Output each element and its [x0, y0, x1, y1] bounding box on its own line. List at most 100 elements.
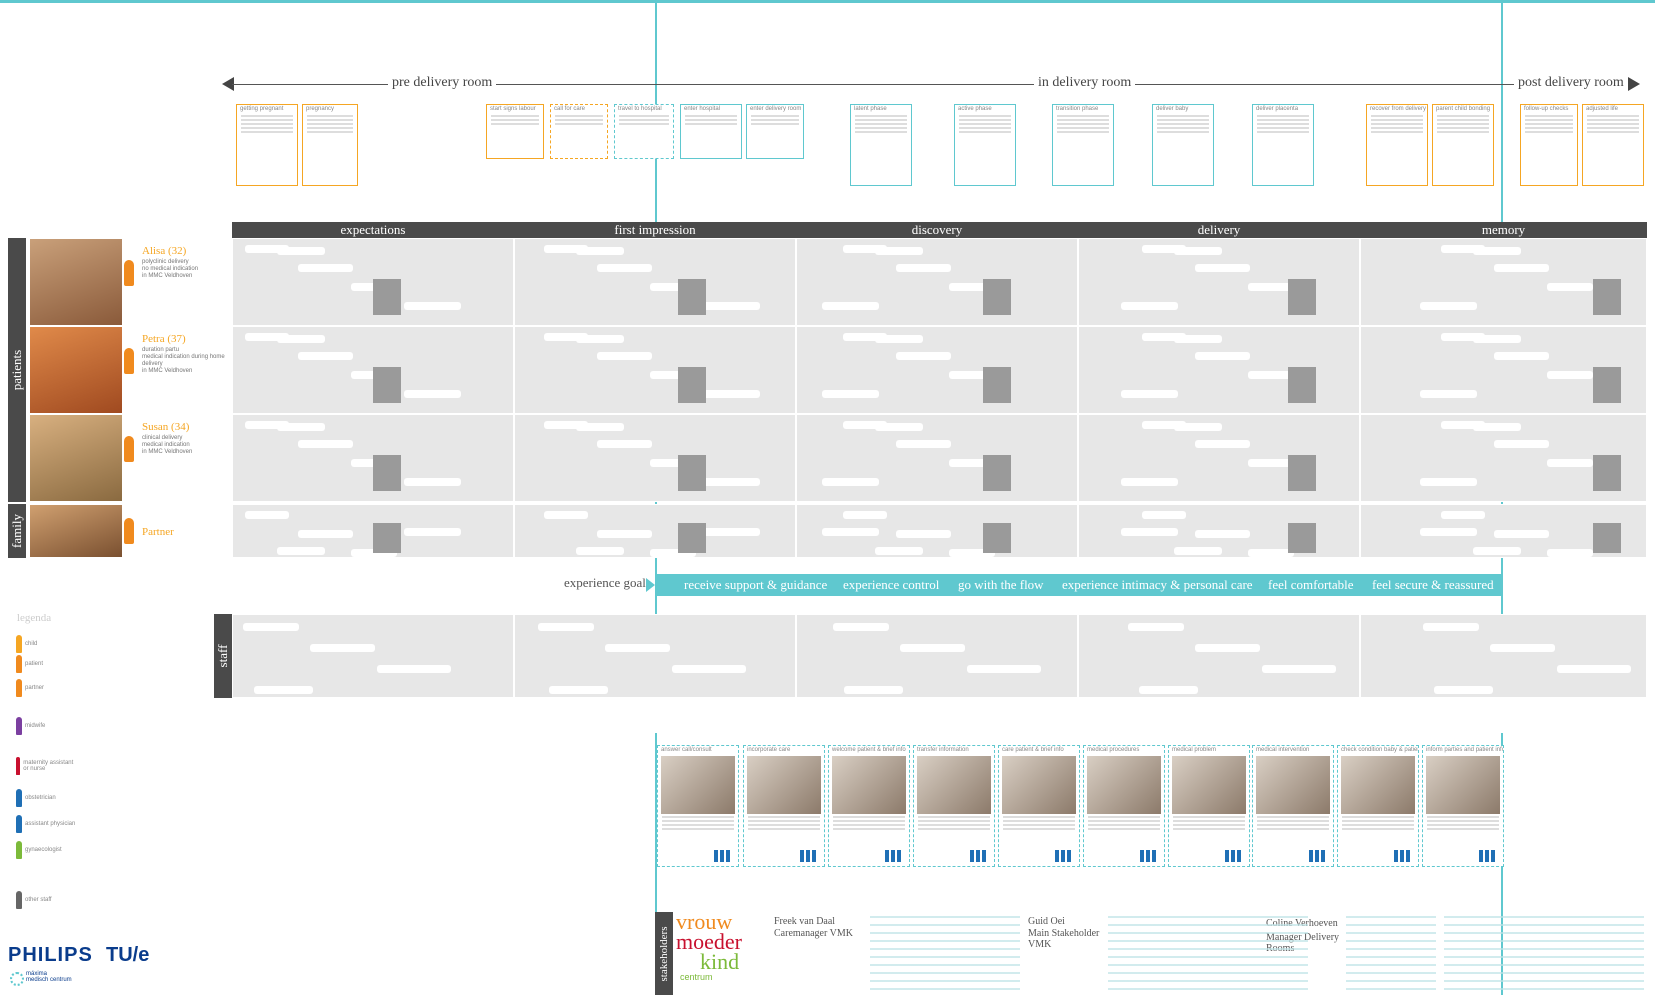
photo-thumbnail	[678, 367, 706, 403]
quote-bubble	[404, 390, 461, 398]
quote-bubble	[1547, 371, 1593, 379]
legend-label: patient	[25, 661, 44, 667]
photo-thumbnail	[678, 279, 706, 315]
quote-bubble	[576, 547, 624, 555]
process-title: inform parties and patient info	[1426, 747, 1503, 753]
matrix-cell	[232, 326, 514, 414]
quote-bubble	[896, 440, 951, 448]
quote-bubble	[1195, 644, 1260, 652]
process-title: medical problem	[1172, 747, 1217, 753]
quote-bubble	[605, 644, 670, 652]
persona-desc: clinical delivery medical indication in …	[142, 435, 193, 455]
quote-bubble	[277, 547, 325, 555]
photo-thumbnail	[373, 523, 401, 553]
quote-bubble	[896, 352, 951, 360]
matrix-cell	[232, 238, 514, 326]
matrix-cell	[1078, 504, 1360, 558]
staff-cell	[514, 614, 796, 698]
matrix-cell	[1078, 326, 1360, 414]
quote-bubble	[1139, 686, 1198, 694]
quote-bubble	[822, 528, 879, 536]
step-card: recover from delivery	[1366, 104, 1428, 186]
staff-icons	[1055, 850, 1073, 862]
process-photo	[1341, 756, 1415, 814]
quote-bubble	[1494, 264, 1549, 272]
process-photo	[917, 756, 991, 814]
quote-bubble	[875, 335, 923, 343]
phase-in-delivery: in delivery room	[1034, 75, 1136, 91]
quote-bubble	[298, 264, 353, 272]
staff-icons	[970, 850, 988, 862]
photo-thumbnail	[1288, 523, 1316, 553]
quote-bubble	[875, 547, 923, 555]
quote-bubble	[1195, 264, 1250, 272]
quote-bubble	[1262, 665, 1336, 673]
quote-bubble	[1434, 686, 1493, 694]
patient-icon	[124, 260, 134, 286]
legend-item: assistant physician	[16, 815, 76, 833]
photo-thumbnail	[373, 455, 401, 491]
photo-thumbnail	[373, 367, 401, 403]
quote-bubble	[597, 264, 652, 272]
quote-bubble	[875, 247, 923, 255]
quote-bubble	[549, 686, 608, 694]
quote-bubble	[544, 511, 588, 519]
process-card: medical procedures	[1083, 745, 1165, 867]
persona-photo	[30, 239, 122, 325]
photo-thumbnail	[1593, 279, 1621, 315]
quote-bubble	[1121, 302, 1178, 310]
goal: experience intimacy & personal care	[1062, 577, 1253, 592]
matrix-cell	[1360, 238, 1647, 326]
quote-bubble	[900, 644, 965, 652]
step-card: latent phase	[850, 104, 912, 186]
process-title: care patient & brief info	[1002, 747, 1064, 753]
quote-bubble	[822, 478, 879, 486]
matrix-cell	[796, 504, 1078, 558]
quote-bubble	[843, 511, 887, 519]
quote-bubble	[672, 665, 746, 673]
quote-bubble	[1473, 423, 1521, 431]
person-icon	[16, 655, 22, 673]
person-icon	[16, 891, 22, 909]
quote-bubble	[875, 423, 923, 431]
photo-thumbnail	[983, 455, 1011, 491]
quote-bubble	[1174, 335, 1222, 343]
process-card: check condition baby & patient	[1337, 745, 1419, 867]
legend-item: midwife	[16, 717, 76, 735]
stage-header: discovery	[796, 222, 1078, 238]
staff-icons	[1309, 850, 1327, 862]
quote-bubble	[703, 390, 760, 398]
quote-bubble	[377, 665, 451, 673]
quote-bubble	[298, 530, 353, 538]
quote-bubble	[1494, 352, 1549, 360]
quote-bubble	[896, 264, 951, 272]
staff-icons	[1140, 850, 1158, 862]
matrix-cell	[1360, 326, 1647, 414]
quote-bubble	[1195, 530, 1250, 538]
step-card: travel to hospital	[614, 104, 674, 159]
mmc-logo-icon	[10, 972, 24, 986]
quote-bubble	[1547, 283, 1593, 291]
stakeholder-quotes	[1444, 916, 1644, 992]
experience-goals-label: experience goals	[564, 575, 651, 590]
mmc-logo: máxima medisch centrum	[26, 971, 72, 983]
quote-bubble	[1142, 511, 1186, 519]
quote-bubble	[896, 530, 951, 538]
quote-bubble	[822, 302, 879, 310]
step-card: adjusted life	[1582, 104, 1644, 186]
staff-cell	[1360, 614, 1647, 698]
legend-label: partner	[25, 685, 45, 691]
matrix-cell	[232, 504, 514, 558]
legend-label: other staff	[25, 897, 52, 903]
legend-item: child	[16, 635, 76, 653]
matrix-cell	[232, 414, 514, 502]
person-icon	[16, 789, 22, 807]
quote-bubble	[1121, 390, 1178, 398]
group-label-stakeholders: stakeholders	[655, 912, 673, 995]
process-photo	[661, 756, 735, 814]
stage-header: first impression	[514, 222, 796, 238]
photo-thumbnail	[1288, 455, 1316, 491]
quote-bubble	[1420, 528, 1477, 536]
quote-bubble	[597, 352, 652, 360]
person-icon	[16, 635, 22, 653]
